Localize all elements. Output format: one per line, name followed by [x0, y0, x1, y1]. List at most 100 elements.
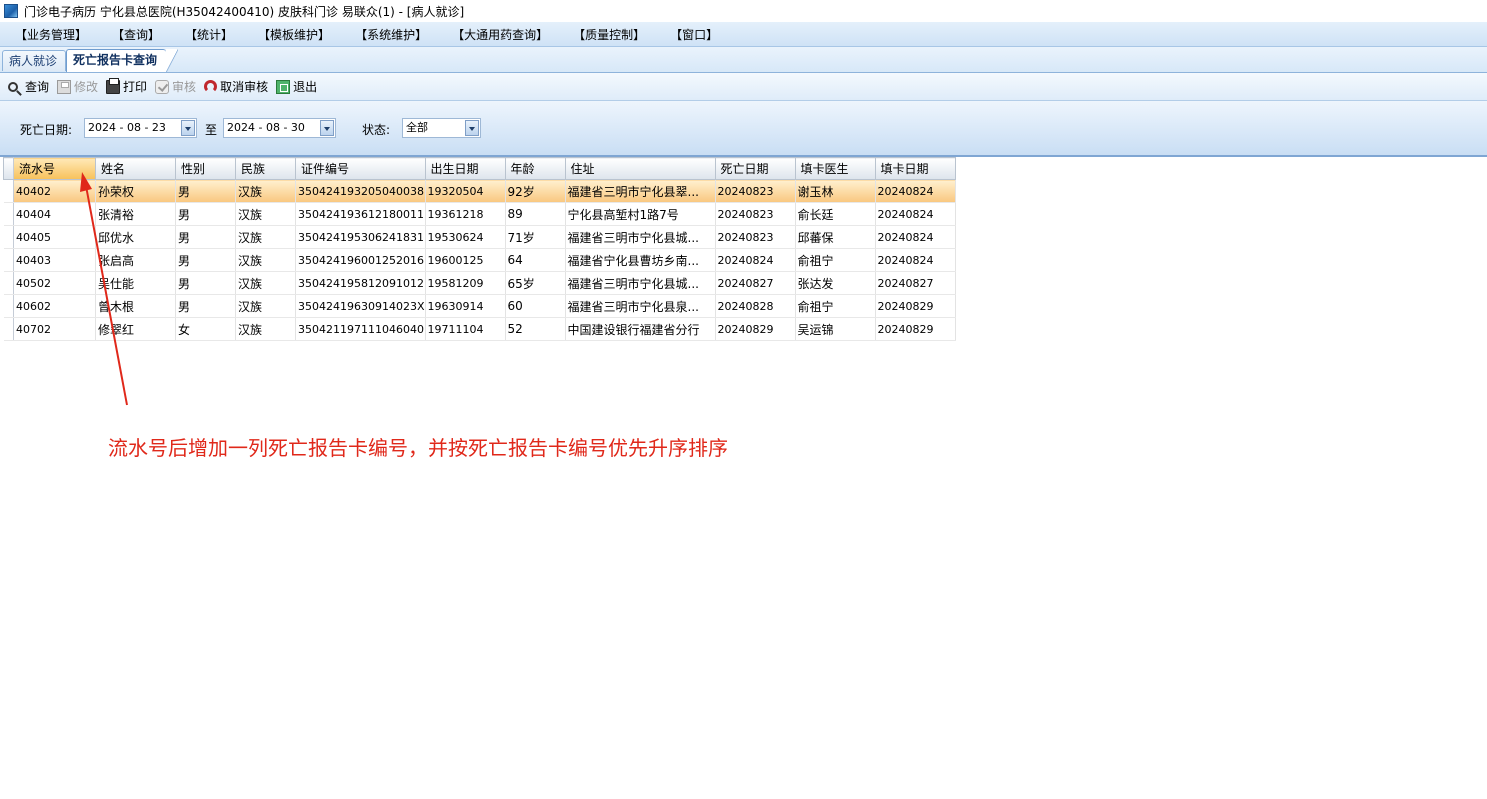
table-cell[interactable]: 20240824	[875, 179, 956, 203]
table-cell[interactable]: 19320504	[425, 179, 506, 203]
row-header[interactable]	[3, 248, 14, 272]
table-cell[interactable]: 福建省三明市宁化县城...	[565, 225, 716, 249]
status-select[interactable]: 全部	[402, 118, 481, 138]
tab-patient-visit[interactable]: 病人就诊	[2, 50, 66, 71]
column-header[interactable]: 姓名	[95, 157, 176, 180]
table-cell[interactable]: 20240823	[715, 202, 796, 226]
table-cell[interactable]: 350421197111046040	[295, 317, 426, 341]
table-cell[interactable]: 19581209	[425, 271, 506, 295]
table-cell[interactable]: 孙荣权	[95, 179, 176, 203]
date-from-picker[interactable]: 2024 - 08 - 23	[84, 118, 197, 138]
table-cell[interactable]: 汉族	[235, 271, 296, 295]
table-cell[interactable]: 19361218	[425, 202, 506, 226]
table-row[interactable]: 40402 孙荣权男汉族 350424193205040038 19320504 92岁…	[3, 179, 956, 203]
table-cell[interactable]: 350424193205040038	[295, 179, 426, 203]
table-cell[interactable]: 20240827	[715, 271, 796, 295]
menu-template[interactable]: 【模板维护】	[258, 26, 330, 43]
table-cell[interactable]: 中国建设银行福建省分行	[565, 317, 716, 341]
column-header[interactable]: 填卡医生	[794, 157, 876, 180]
table-cell[interactable]: 350424195306241831	[295, 225, 426, 249]
table-cell[interactable]: 福建省三明市宁化县翠...	[565, 179, 716, 203]
table-cell[interactable]: 修翠红	[95, 317, 176, 341]
table-cell[interactable]: 福建省宁化县曹坊乡南...	[565, 248, 716, 272]
table-cell[interactable]: 汉族	[235, 225, 296, 249]
table-cell[interactable]: 60	[505, 294, 566, 318]
table-cell[interactable]: 男	[175, 225, 236, 249]
chevron-down-icon[interactable]	[320, 120, 334, 136]
table-cell[interactable]: 20240824	[875, 202, 956, 226]
column-header[interactable]: 填卡日期	[874, 157, 956, 180]
table-row[interactable]: 40502 吴仕能男汉族 350424195812091012 19581209 65岁…	[3, 271, 956, 295]
table-cell[interactable]: 20240827	[875, 271, 956, 295]
table-cell[interactable]: 350424195812091012	[295, 271, 426, 295]
table-cell[interactable]: 89	[505, 202, 566, 226]
table-cell[interactable]: 福建省三明市宁化县泉...	[565, 294, 716, 318]
table-cell[interactable]: 张清裕	[95, 202, 176, 226]
menu-statistics[interactable]: 【统计】	[185, 26, 233, 43]
row-header[interactable]	[3, 179, 14, 203]
table-cell[interactable]: 20240823	[715, 179, 796, 203]
table-cell[interactable]: 汉族	[235, 294, 296, 318]
table-cell[interactable]: 汉族	[235, 317, 296, 341]
column-header[interactable]: 死亡日期	[714, 157, 796, 180]
column-header[interactable]: 出生日期	[424, 157, 506, 180]
table-cell[interactable]: 92岁	[505, 179, 566, 203]
table-row[interactable]: 40403 张启高男汉族 350424196001252016 19600125 64 福…	[3, 248, 956, 272]
column-header[interactable]: 住址	[564, 157, 716, 180]
row-header[interactable]	[3, 317, 14, 341]
table-cell[interactable]: 20240828	[715, 294, 796, 318]
menu-system[interactable]: 【系统维护】	[355, 26, 427, 43]
menu-quality[interactable]: 【质量控制】	[573, 26, 645, 43]
table-cell[interactable]: 20240824	[715, 248, 796, 272]
table-cell[interactable]: 俞祖宁	[795, 294, 876, 318]
row-header[interactable]	[3, 225, 14, 249]
table-cell[interactable]: 吴仕能	[95, 271, 176, 295]
cancel-review-button[interactable]: 取消审核	[204, 78, 268, 95]
chevron-down-icon[interactable]	[465, 120, 479, 136]
table-cell[interactable]: 张启高	[95, 248, 176, 272]
row-header[interactable]	[3, 294, 14, 318]
query-button[interactable]: 查询	[8, 78, 49, 95]
menu-window[interactable]: 【窗口】	[670, 26, 718, 43]
table-cell[interactable]: 19630914	[425, 294, 506, 318]
table-cell[interactable]: 男	[175, 202, 236, 226]
row-header[interactable]	[3, 202, 14, 226]
table-cell[interactable]: 男	[175, 179, 236, 203]
table-cell[interactable]: 20240829	[875, 317, 956, 341]
column-header[interactable]: 证件编号	[295, 157, 426, 180]
table-cell[interactable]: 64	[505, 248, 566, 272]
table-cell[interactable]: 40702	[13, 317, 96, 341]
column-header[interactable]: 民族	[235, 157, 296, 180]
table-cell[interactable]: 宁化县高堑村1路7号	[565, 202, 716, 226]
table-cell[interactable]: 汉族	[235, 202, 296, 226]
table-cell[interactable]: 20240823	[715, 225, 796, 249]
table-cell[interactable]: 张达发	[795, 271, 876, 295]
date-to-picker[interactable]: 2024 - 08 - 30	[223, 118, 336, 138]
column-header[interactable]: 流水号	[13, 157, 96, 180]
table-cell[interactable]: 40602	[13, 294, 96, 318]
tab-death-report-query[interactable]: 死亡报告卡查询	[66, 49, 178, 72]
table-cell[interactable]: 40404	[13, 202, 96, 226]
table-cell[interactable]: 52	[505, 317, 566, 341]
exit-button[interactable]: 退出	[276, 78, 317, 95]
table-cell[interactable]: 20240824	[875, 248, 956, 272]
table-cell[interactable]: 65岁	[505, 271, 566, 295]
column-header[interactable]: 性别	[175, 157, 236, 180]
table-cell[interactable]: 俞长廷	[795, 202, 876, 226]
table-cell[interactable]: 40402	[13, 179, 96, 203]
table-cell[interactable]: 邱蕃保	[795, 225, 876, 249]
table-cell[interactable]: 俞祖宁	[795, 248, 876, 272]
print-button[interactable]: 打印	[106, 77, 147, 95]
column-header[interactable]: 年龄	[504, 157, 566, 180]
table-cell[interactable]: 女	[175, 317, 236, 341]
table-cell[interactable]: 男	[175, 248, 236, 272]
review-button[interactable]: 审核	[155, 78, 196, 95]
table-cell[interactable]: 19530624	[425, 225, 506, 249]
table-cell[interactable]: 35042419630914023X	[295, 294, 426, 318]
table-cell[interactable]: 男	[175, 294, 236, 318]
table-row[interactable]: 40404 张清裕男汉族 350424193612180011 19361218 89 宁…	[3, 202, 956, 226]
table-cell[interactable]: 福建省三明市宁化县城...	[565, 271, 716, 295]
table-cell[interactable]: 20240824	[875, 225, 956, 249]
table-cell[interactable]: 谢玉林	[795, 179, 876, 203]
table-cell[interactable]: 350424193612180011	[295, 202, 426, 226]
